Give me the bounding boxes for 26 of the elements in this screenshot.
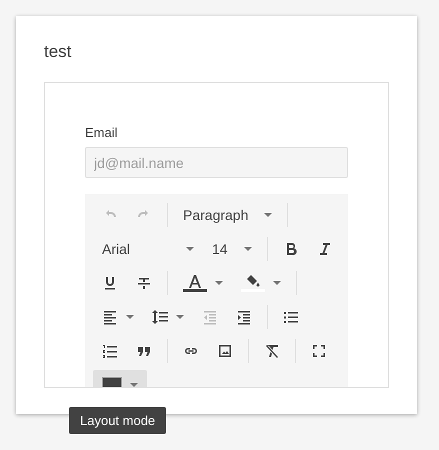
caret-icon — [215, 281, 223, 285]
clear-format-icon — [264, 343, 280, 359]
caret-icon — [264, 213, 272, 217]
paint-bucket-icon — [245, 274, 261, 288]
email-field[interactable]: jd@mail.name — [85, 147, 348, 178]
fullscreen-icon — [311, 343, 327, 359]
dropdown[interactable]: Paragraph — [174, 200, 282, 230]
numbered-list-icon — [102, 343, 118, 359]
text-color-icon — [188, 274, 202, 288]
dropdown[interactable]: 14 — [203, 234, 261, 264]
image-icon — [217, 343, 233, 359]
strikethrough-icon — [136, 275, 152, 291]
outdent-icon — [202, 309, 218, 325]
card-title: test — [44, 42, 72, 62]
line-height-icon — [152, 309, 168, 325]
caret-icon — [186, 247, 194, 251]
caret-icon — [244, 247, 252, 251]
underline-icon — [102, 275, 118, 291]
dropdown[interactable]: Arial — [93, 234, 203, 264]
bullet-list-icon — [283, 309, 299, 325]
caret-icon — [273, 281, 281, 285]
tooltip: Layout mode — [69, 407, 166, 434]
caret-icon — [130, 383, 138, 387]
align-left-icon — [102, 309, 118, 325]
indent-icon — [236, 309, 252, 325]
email-label: Email — [85, 125, 119, 140]
